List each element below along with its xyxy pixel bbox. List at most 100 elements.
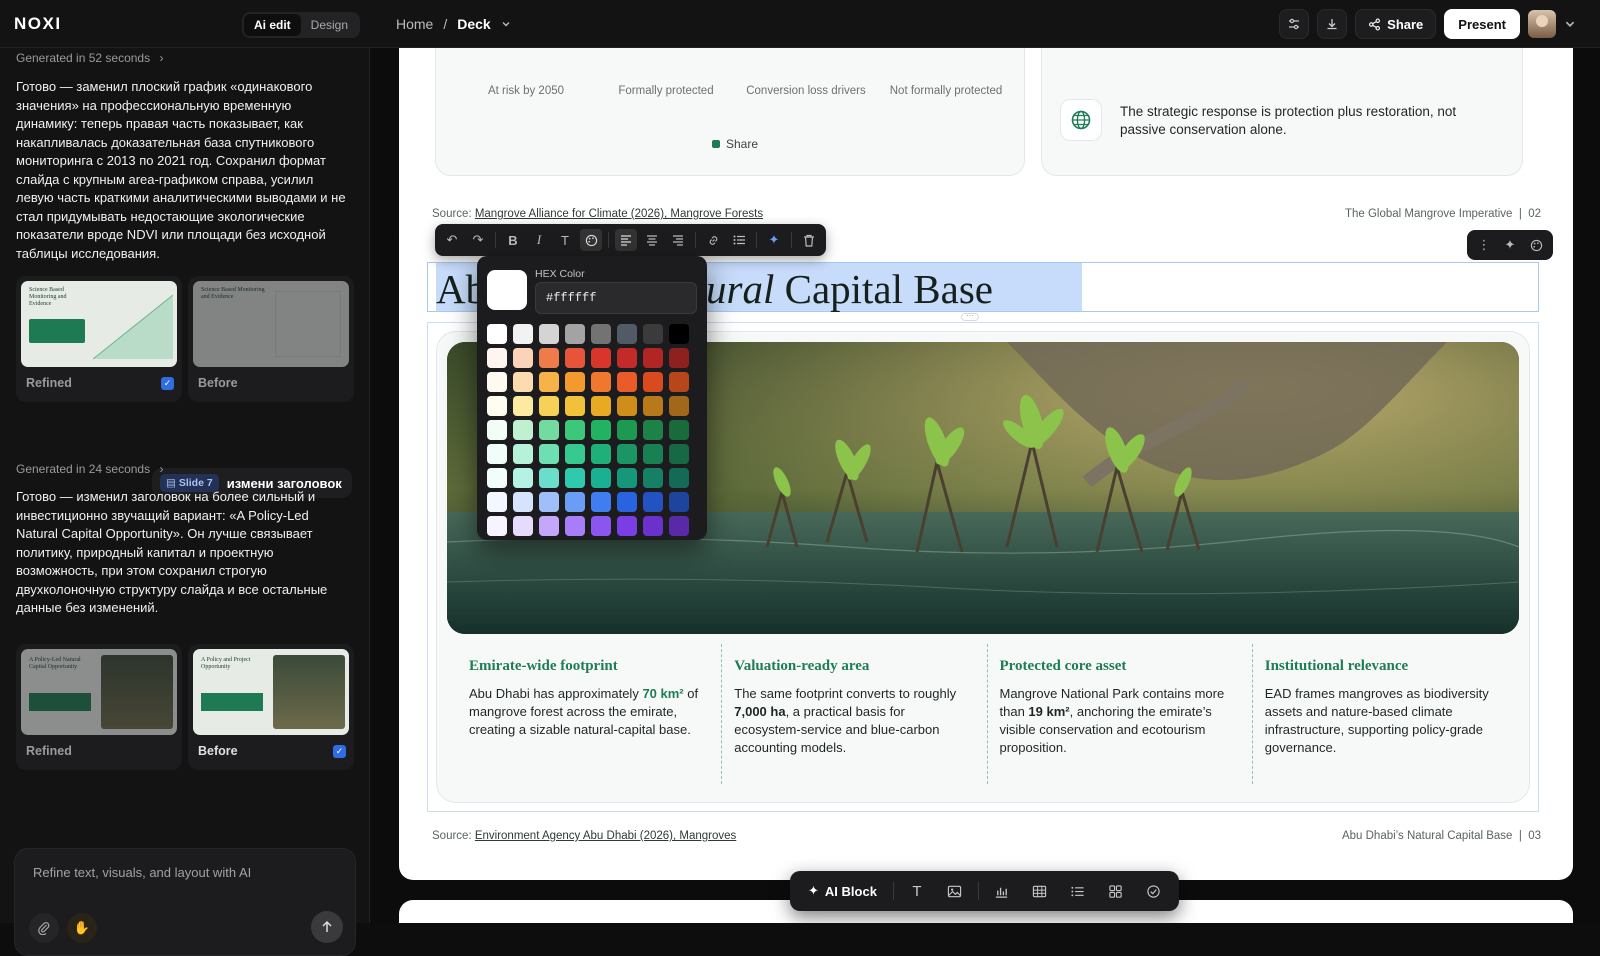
color-swatch[interactable] xyxy=(513,372,533,392)
color-swatch[interactable] xyxy=(591,444,611,464)
italic-icon[interactable]: I xyxy=(528,229,550,251)
color-swatch[interactable] xyxy=(617,516,637,536)
send-button[interactable] xyxy=(311,911,343,943)
editor-canvas[interactable]: At risk by 2050 Formally protected Conve… xyxy=(370,48,1600,923)
metric-column[interactable]: Emirate-wide footprint Abu Dhabi has app… xyxy=(457,644,723,784)
color-swatch[interactable] xyxy=(669,396,689,416)
color-swatch[interactable] xyxy=(539,396,559,416)
color-swatch[interactable] xyxy=(591,468,611,488)
color-swatch[interactable] xyxy=(591,420,611,440)
ai-block-button[interactable]: ✦ AI Block xyxy=(800,883,885,899)
palette-icon[interactable] xyxy=(1525,234,1547,256)
color-swatch[interactable] xyxy=(513,468,533,488)
insert-table-icon[interactable] xyxy=(1025,876,1055,906)
redo-icon[interactable]: ↷ xyxy=(467,229,489,251)
color-swatch[interactable] xyxy=(565,468,585,488)
color-palette-icon[interactable] xyxy=(580,229,602,251)
color-swatch[interactable] xyxy=(669,324,689,344)
color-swatch[interactable] xyxy=(565,516,585,536)
color-swatch[interactable] xyxy=(669,348,689,368)
color-swatch[interactable] xyxy=(591,516,611,536)
color-swatch[interactable] xyxy=(591,396,611,416)
user-avatar[interactable] xyxy=(1528,10,1556,38)
color-swatch[interactable] xyxy=(565,348,585,368)
color-swatch[interactable] xyxy=(539,420,559,440)
color-swatch[interactable] xyxy=(539,348,559,368)
color-swatch[interactable] xyxy=(487,372,507,392)
color-swatch[interactable] xyxy=(643,420,663,440)
checkbox-checked-icon[interactable]: ✓ xyxy=(161,377,174,390)
color-swatch[interactable] xyxy=(487,444,507,464)
share-button[interactable]: Share xyxy=(1355,9,1437,39)
color-swatch[interactable] xyxy=(617,468,637,488)
source-link[interactable]: Environment Agency Abu Dhabi (2026), Man… xyxy=(475,830,736,842)
color-swatch[interactable] xyxy=(643,444,663,464)
color-swatch[interactable] xyxy=(617,372,637,392)
color-swatch[interactable] xyxy=(643,348,663,368)
color-swatch[interactable] xyxy=(487,468,507,488)
bullet-list-icon[interactable] xyxy=(728,229,750,251)
attach-button[interactable] xyxy=(29,913,59,943)
sparkle-icon[interactable]: ✦ xyxy=(1499,234,1521,256)
color-swatch[interactable] xyxy=(643,492,663,512)
color-swatch[interactable] xyxy=(539,372,559,392)
color-swatch[interactable] xyxy=(591,348,611,368)
color-swatch[interactable] xyxy=(513,444,533,464)
present-button[interactable]: Present xyxy=(1444,9,1520,39)
version-thumb-before-1[interactable]: Science Based Monitoring and Evidence Be… xyxy=(188,276,354,402)
color-swatch[interactable] xyxy=(617,420,637,440)
color-swatch[interactable] xyxy=(669,444,689,464)
color-swatch[interactable] xyxy=(617,444,637,464)
color-swatch[interactable] xyxy=(591,324,611,344)
slide-03[interactable]: Ab atural Capital Base ··· Emirate-wide … xyxy=(399,220,1573,880)
color-swatch[interactable] xyxy=(565,420,585,440)
metric-column[interactable]: Institutional relevance EAD frames mangr… xyxy=(1253,644,1517,784)
mode-ai-edit-tab[interactable]: Ai edit xyxy=(244,14,301,36)
drag-handle-icon[interactable]: ··· xyxy=(961,312,979,321)
version-thumb-refined-2[interactable]: A Policy-Led Natural Capital Opportunity… xyxy=(16,644,182,770)
color-swatch[interactable] xyxy=(539,324,559,344)
color-swatch[interactable] xyxy=(617,492,637,512)
color-swatch[interactable] xyxy=(669,492,689,512)
mode-design-tab[interactable]: Design xyxy=(301,14,358,36)
checkbox-checked-icon[interactable]: ✓ xyxy=(333,745,346,758)
color-swatch[interactable] xyxy=(539,516,559,536)
color-swatch[interactable] xyxy=(513,348,533,368)
undo-icon[interactable]: ↶ xyxy=(441,229,463,251)
color-swatch[interactable] xyxy=(669,420,689,440)
align-left-icon[interactable] xyxy=(615,229,637,251)
stat-chart-card[interactable]: At risk by 2050 Formally protected Conve… xyxy=(435,48,1025,176)
color-swatch[interactable] xyxy=(565,396,585,416)
insert-text-icon[interactable]: T xyxy=(902,876,932,906)
ai-prompt-input[interactable] xyxy=(33,865,333,880)
color-swatch[interactable] xyxy=(565,372,585,392)
color-swatch[interactable] xyxy=(565,324,585,344)
color-swatch[interactable] xyxy=(565,444,585,464)
trash-icon[interactable] xyxy=(798,229,820,251)
more-vertical-icon[interactable]: ⋮ xyxy=(1473,234,1495,256)
color-swatch[interactable] xyxy=(513,492,533,512)
color-swatch[interactable] xyxy=(487,420,507,440)
color-swatch[interactable] xyxy=(539,492,559,512)
breadcrumb-deck[interactable]: Deck xyxy=(457,16,490,32)
chevron-down-icon[interactable] xyxy=(501,19,511,29)
insert-chart-icon[interactable] xyxy=(987,876,1017,906)
ai-sparkle-icon[interactable]: ✦ xyxy=(763,229,785,251)
color-swatch[interactable] xyxy=(669,516,689,536)
insert-grid-icon[interactable] xyxy=(1101,876,1131,906)
color-swatch[interactable] xyxy=(591,492,611,512)
text-size-icon[interactable]: T xyxy=(554,229,576,251)
color-swatch[interactable] xyxy=(643,372,663,392)
color-swatch[interactable] xyxy=(643,516,663,536)
generation-time-1[interactable]: Generated in 52 seconds › xyxy=(16,51,163,65)
breadcrumb-home[interactable]: Home xyxy=(396,16,433,32)
emoji-button[interactable]: ✋ xyxy=(67,913,97,943)
align-center-icon[interactable] xyxy=(641,229,663,251)
color-swatch[interactable] xyxy=(643,396,663,416)
color-swatch[interactable] xyxy=(643,468,663,488)
color-swatch[interactable] xyxy=(487,396,507,416)
color-swatch[interactable] xyxy=(487,324,507,344)
insert-list-icon[interactable] xyxy=(1063,876,1093,906)
generation-time-2[interactable]: Generated in 24 seconds › xyxy=(16,462,163,476)
settings-sliders-button[interactable] xyxy=(1279,9,1310,39)
